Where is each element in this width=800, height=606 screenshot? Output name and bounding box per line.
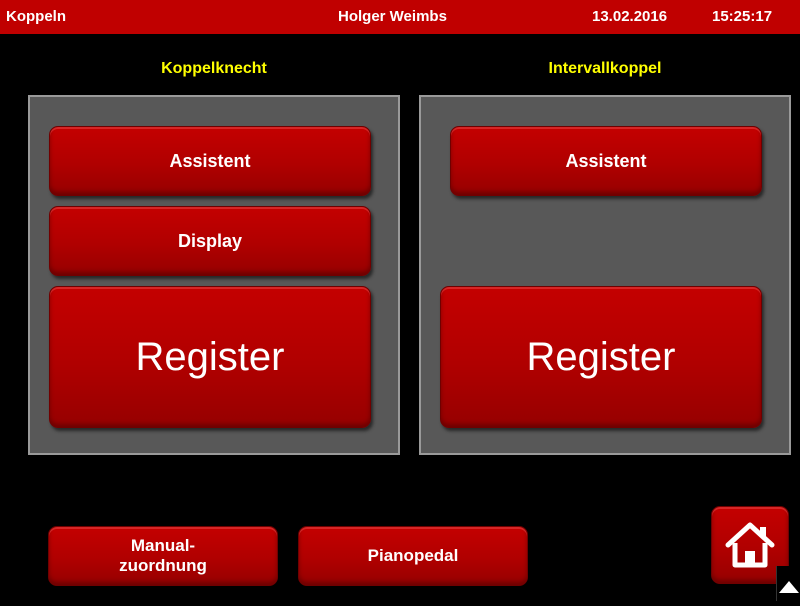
intervallkoppel-title: Intervallkoppel — [548, 60, 662, 77]
page-title: Koppeln — [6, 8, 66, 25]
manualzuordnung-button[interactable]: Manual- zuordnung — [48, 526, 278, 586]
intervallkoppel-panel: Assistent Register — [419, 95, 791, 455]
manualzuordnung-line1: Manual- — [130, 536, 196, 555]
scroll-up-button[interactable] — [776, 566, 800, 601]
time-display: 15:25:17 — [712, 8, 773, 25]
manualzuordnung-line2: zuordnung — [119, 556, 207, 575]
pianopedal-button[interactable]: Pianopedal — [298, 526, 528, 586]
user-name: Holger Weimbs — [338, 8, 447, 25]
header-bar: Koppeln Holger Weimbs 13.02.2016 15:25:1… — [0, 0, 800, 34]
date-display: 13.02.2016 — [592, 8, 668, 25]
koppelknecht-title: Koppelknecht — [161, 60, 267, 77]
koppelknecht-assistent-button[interactable]: Assistent — [49, 126, 371, 196]
koppelknecht-register-button[interactable]: Register — [49, 286, 371, 428]
home-icon — [725, 522, 775, 568]
koppelknecht-display-button[interactable]: Display — [49, 206, 371, 276]
intervallkoppel-register-button[interactable]: Register — [440, 286, 762, 428]
intervallkoppel-assistent-button[interactable]: Assistent — [450, 126, 762, 196]
koppelknecht-panel: Assistent Display Register — [28, 95, 400, 455]
triangle-up-icon — [779, 581, 799, 593]
